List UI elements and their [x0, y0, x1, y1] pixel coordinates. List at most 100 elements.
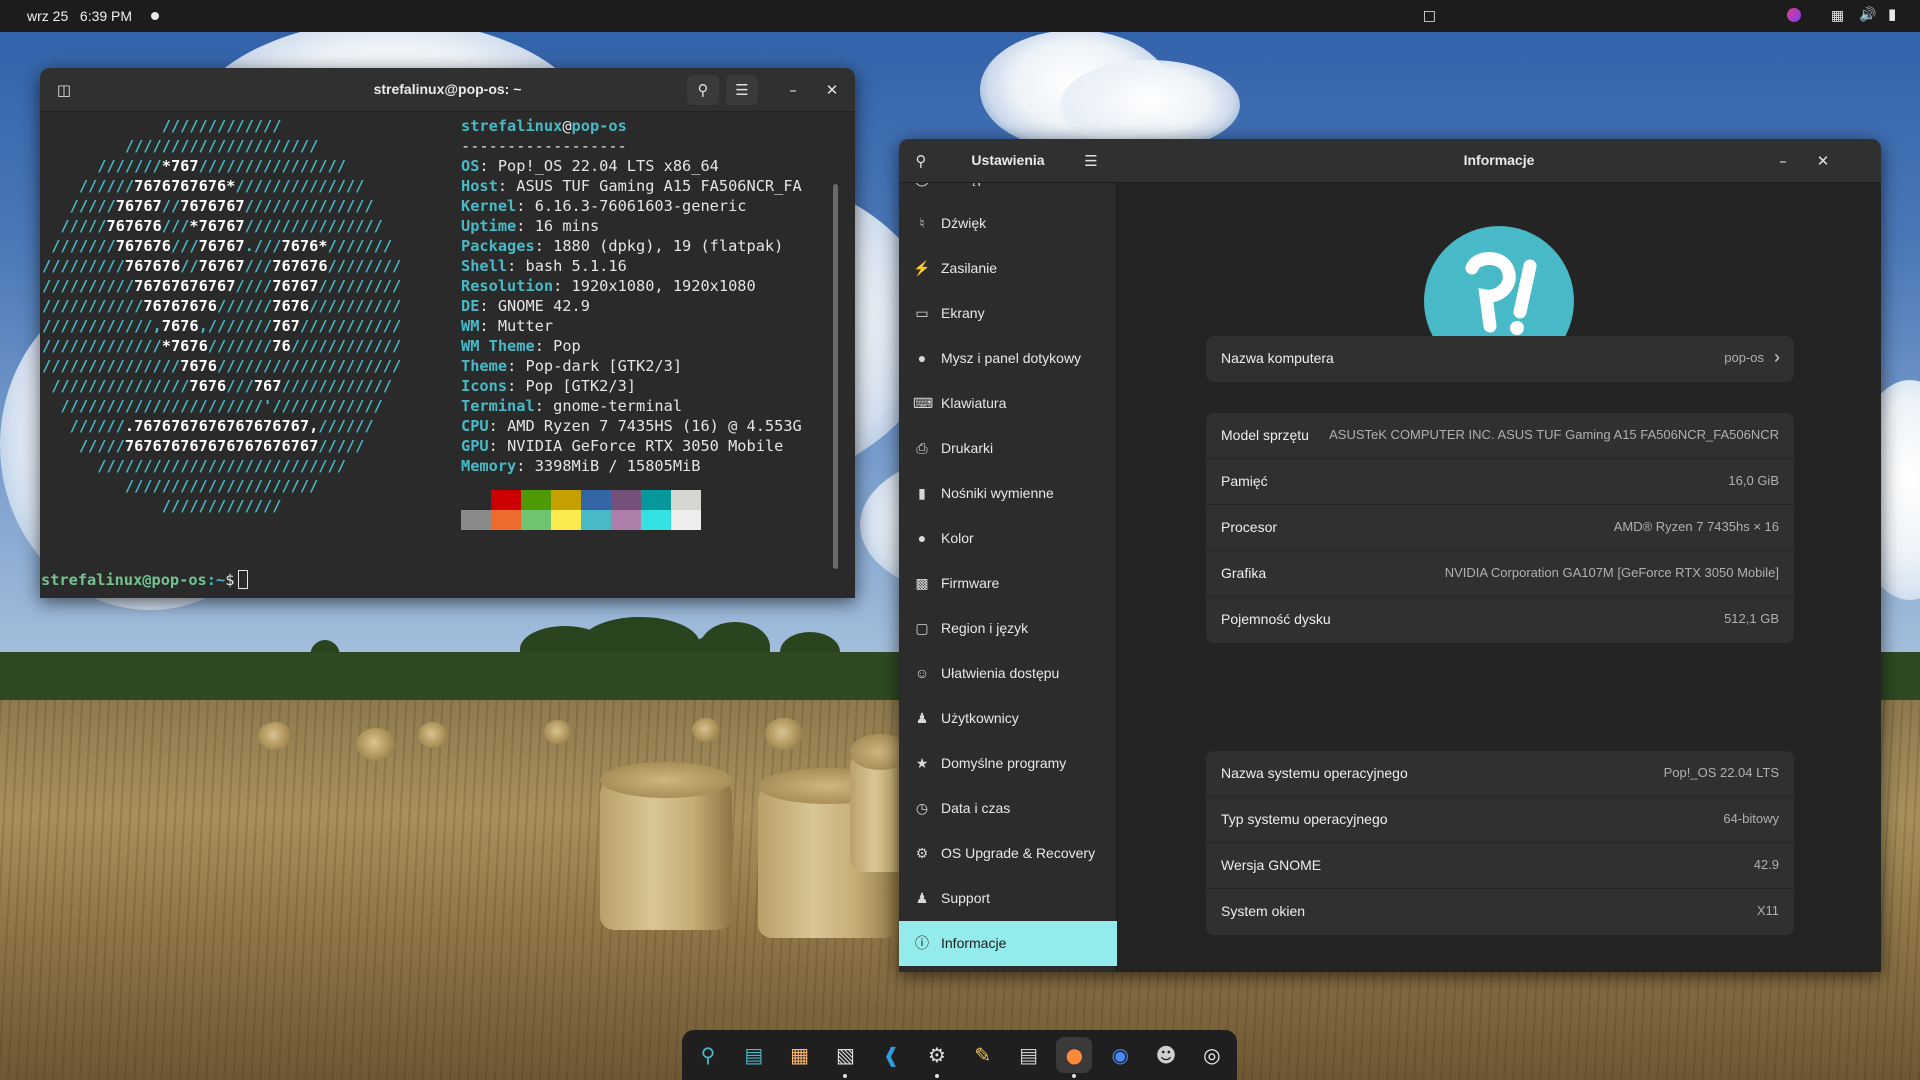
mouse-icon: ●	[917, 350, 927, 366]
sidebar-item[interactable]: ⎙ Drukarki	[899, 426, 1117, 471]
field-value: 3398MiB / 15805MiB	[534, 457, 701, 475]
gimp-icon[interactable]: ☻	[1148, 1037, 1184, 1073]
workspaces-icon[interactable]: ⚲	[690, 1037, 726, 1073]
keyboard-icon[interactable]: ▦	[1831, 8, 1844, 24]
sidebar-item-label: Ekrany	[941, 305, 985, 321]
info-row: Typ systemu operacyjnego 64-bitowy	[1206, 797, 1794, 843]
text-cursor	[238, 570, 249, 589]
sidebar-item[interactable]: ⓘ Informacje	[899, 921, 1117, 966]
running-indicator-icon	[935, 1074, 939, 1078]
sidebar-item[interactable]: ♟ Użytkownicy	[899, 696, 1117, 741]
palette-swatch	[461, 510, 491, 530]
row-label: Model sprzętu	[1221, 427, 1309, 443]
sidebar-item[interactable]: ▮ Nośniki wymienne	[899, 471, 1117, 516]
notification-dot-icon	[151, 12, 159, 20]
info-row: System okien X11	[1206, 889, 1794, 935]
close-icon[interactable]: ✕	[1807, 146, 1839, 176]
sidebar-item[interactable]: ● Mysz i panel dotykowy	[899, 336, 1117, 381]
prompt-user: strefalinux@pop-os	[41, 571, 207, 589]
app-grid-icon[interactable]: ▦	[782, 1037, 818, 1073]
main-header: Informacje – ✕	[1117, 139, 1881, 183]
info-row: Pamięć 16,0 GiB	[1206, 459, 1794, 505]
row-value: 512,1 GB	[1724, 611, 1779, 626]
field-value: Mutter	[497, 317, 554, 335]
palette-swatch	[551, 490, 581, 510]
sidebar-item[interactable]: ● Kolor	[899, 516, 1117, 561]
palette-swatch	[551, 510, 581, 530]
sidebar-item-label: Support	[941, 890, 991, 906]
sidebar-item[interactable]: ◷ Data i czas	[899, 786, 1117, 831]
row-label: Wersja GNOME	[1221, 857, 1322, 873]
sound-icon: ♮	[919, 215, 925, 231]
vscode-icon[interactable]: ❰	[873, 1037, 909, 1073]
terminal-window[interactable]: ◫ strefalinux@pop-os: ~ ⚲ ☰ – ✕ ////////…	[40, 68, 855, 598]
sidebar-item[interactable]: ▭ Ekrany	[899, 291, 1117, 336]
sidebar-item[interactable]: ★ Domyślne programy	[899, 741, 1117, 786]
sidebar-item[interactable]: ▩ Firmware	[899, 561, 1117, 606]
menu-icon[interactable]: ☰	[1075, 146, 1107, 176]
sidebar-item[interactable]: ▢ Region i język	[899, 606, 1117, 651]
neofetch-host: pop-os	[571, 117, 627, 135]
files-icon[interactable]: ▤	[1011, 1037, 1047, 1073]
text-editor-icon[interactable]: ✎	[965, 1037, 1001, 1073]
sidebar-item[interactable]: ◯ Dostępność	[899, 183, 1117, 201]
firefox-icon[interactable]: ●	[1056, 1037, 1093, 1073]
applications-grid-icon[interactable]: ▤	[736, 1037, 772, 1073]
battery-icon[interactable]: ▮	[1888, 6, 1896, 22]
palette-swatch	[671, 510, 701, 530]
field-value: bash 5.1.16	[525, 257, 627, 275]
terminal-scrollbar[interactable]	[833, 184, 838, 569]
screen-share-icon[interactable]: □	[1423, 8, 1436, 24]
settings-icon[interactable]: ⚙	[919, 1037, 955, 1073]
computer-name-row[interactable]: Nazwa komputera pop-os ›	[1206, 336, 1794, 382]
sidebar-item-label: Ułatwienia dostępu	[941, 665, 1060, 681]
sidebar-item[interactable]: ♮ Dźwięk	[899, 201, 1117, 246]
region-icon: ▢	[915, 620, 929, 636]
volume-icon[interactable]: 🔊	[1859, 7, 1876, 23]
row-label: Pojemność dysku	[1221, 611, 1331, 627]
sidebar-list: ◯ Dostępność ♮ Dźwięk ⚡ Zasilanie ▭ Ekrany ● Mysz…	[899, 183, 1117, 972]
field-value: gnome-terminal	[553, 397, 683, 415]
minimize-icon[interactable]: –	[777, 75, 809, 105]
sidebar-item-label: Zasilanie	[941, 260, 998, 276]
clock[interactable]: wrz 25 6:39 PM	[27, 8, 132, 24]
field-value: 1920x1080, 1920x1080	[571, 277, 756, 295]
sidebar-item-label: Drukarki	[941, 440, 994, 456]
terminal-output[interactable]: ///////////// ///////////////////// ////…	[40, 114, 842, 598]
row-value: 64-bitowy	[1723, 811, 1779, 826]
sidebar-item[interactable]: ♟ Support	[899, 876, 1117, 921]
menu-icon[interactable]: ☰	[726, 75, 758, 105]
accessibility-icon: ◯	[913, 183, 931, 187]
field-key: Theme	[461, 357, 508, 375]
sidebar-item[interactable]: ☺ Ułatwienia dostępu	[899, 651, 1117, 696]
close-icon[interactable]: ✕	[816, 75, 848, 105]
row-label: Pamięć	[1221, 473, 1268, 489]
field-key: GPU	[461, 437, 489, 455]
field-value: Pop	[553, 337, 581, 355]
field-value: 16 mins	[534, 217, 600, 235]
palette-swatch	[581, 490, 611, 510]
terminal-header-bar[interactable]: ◫ strefalinux@pop-os: ~ ⚲ ☰ – ✕	[40, 68, 855, 112]
keyboard-icon: ⌨	[913, 395, 934, 411]
palette-swatch	[581, 510, 611, 530]
row-value: AMD® Ryzen 7 7435hs × 16	[1613, 519, 1779, 534]
sidebar-item-label: Mysz i panel dotykowy	[941, 350, 1082, 366]
palette-swatch	[641, 490, 671, 510]
obs-icon[interactable]: ◎	[1194, 1037, 1230, 1073]
info-row: Grafika NVIDIA Corporation GA107M [GeForc…	[1206, 551, 1794, 597]
palette-swatch	[491, 490, 521, 510]
sidebar-item[interactable]: ⚙ OS Upgrade & Recovery	[899, 831, 1117, 876]
color-palette	[461, 490, 701, 530]
sidebar-item[interactable]: ⌨ Klawiatura	[899, 381, 1117, 426]
shell-prompt[interactable]: strefalinux@pop-os:~$	[41, 570, 249, 590]
terminal-icon[interactable]: ▧	[827, 1037, 863, 1073]
sidebar-item-label: Dźwięk	[941, 215, 987, 231]
search-icon[interactable]: ⚲	[687, 75, 719, 105]
profile-icon[interactable]	[1787, 8, 1801, 22]
minimize-icon[interactable]: –	[1767, 146, 1799, 176]
field-key: Kernel	[461, 197, 517, 215]
chrome-icon[interactable]: ◉	[1102, 1037, 1138, 1073]
date-label: wrz 25	[27, 8, 69, 24]
sidebar-item[interactable]: ⚡ Zasilanie	[899, 246, 1117, 291]
settings-window[interactable]: ⚲ Ustawienia ☰ ◯ Dostępność ♮ Dźwięk ⚡ Zasila…	[899, 139, 1881, 972]
